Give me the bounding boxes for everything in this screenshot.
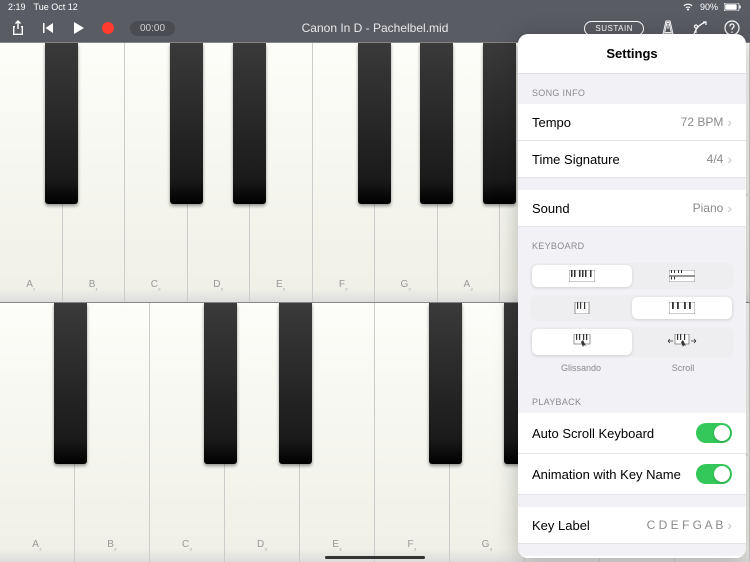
white-key[interactable]: F₃: [375, 303, 450, 562]
segment-wide[interactable]: [632, 297, 732, 319]
section-keyboard: KEYBOARD: [518, 227, 746, 257]
segment-single-row[interactable]: [532, 265, 632, 287]
chevron-right-icon: ›: [727, 517, 732, 533]
row-time-signature[interactable]: Time Signature 4/4›: [518, 141, 746, 178]
wifi-icon: [682, 3, 694, 11]
toggle-animation[interactable]: [696, 464, 732, 484]
white-key[interactable]: F₂: [313, 43, 376, 302]
mode-labels: GlissandoScroll: [530, 363, 734, 373]
segment-narrow[interactable]: [532, 297, 632, 319]
white-key[interactable]: A₂: [0, 303, 75, 562]
white-key[interactable]: E₃: [300, 303, 375, 562]
battery-level: 90%: [700, 2, 718, 12]
song-title: Canon In D - Pachelbel.mid: [302, 21, 449, 35]
time-display: 00:00: [130, 21, 175, 36]
row-metronome[interactable]: Metronome and Count-in ›: [518, 556, 746, 558]
keyboard-width-selector[interactable]: [530, 295, 734, 321]
row-tempo[interactable]: Tempo 72 BPM›: [518, 104, 746, 141]
skip-back-icon[interactable]: [40, 20, 56, 36]
status-date: Tue Oct 12: [34, 2, 78, 12]
toggle-auto-scroll[interactable]: [696, 423, 732, 443]
row-sound[interactable]: Sound Piano›: [518, 190, 746, 227]
record-button[interactable]: [100, 20, 116, 36]
segment-double-row[interactable]: [632, 265, 732, 287]
white-key[interactable]: A₁: [0, 43, 63, 302]
chevron-right-icon: ›: [727, 114, 732, 130]
section-playback: PLAYBACK: [518, 383, 746, 413]
status-time: 2:19: [8, 2, 26, 12]
play-icon[interactable]: [70, 20, 86, 36]
row-auto-scroll: Auto Scroll Keyboard: [518, 413, 746, 454]
white-key[interactable]: D₂: [188, 43, 251, 302]
battery-icon: [724, 3, 742, 11]
section-song-info: SONG INFO: [518, 74, 746, 104]
share-icon[interactable]: [10, 20, 26, 36]
keyboard-mode-selector[interactable]: [530, 327, 734, 357]
white-key[interactable]: G₃: [450, 303, 525, 562]
segment-glissando[interactable]: [532, 329, 632, 355]
white-key[interactable]: B₁: [63, 43, 126, 302]
white-key[interactable]: C₃: [150, 303, 225, 562]
keyboard-rows-selector[interactable]: [530, 263, 734, 289]
status-bar: 2:19 Tue Oct 12 90%: [0, 0, 750, 14]
white-key[interactable]: E₂: [250, 43, 313, 302]
chevron-right-icon: ›: [727, 200, 732, 216]
white-key[interactable]: B₂: [75, 303, 150, 562]
white-key[interactable]: G₂: [375, 43, 438, 302]
settings-title: Settings: [518, 34, 746, 74]
white-key[interactable]: A₂: [438, 43, 501, 302]
segment-scroll[interactable]: [632, 329, 732, 355]
row-key-label[interactable]: Key Label C D E F G A B›: [518, 507, 746, 544]
white-key[interactable]: C₂: [125, 43, 188, 302]
row-animation: Animation with Key Name: [518, 454, 746, 495]
settings-panel: Settings SONG INFO Tempo 72 BPM› Time Si…: [518, 34, 746, 558]
home-indicator: [325, 556, 425, 559]
white-key[interactable]: D₃: [225, 303, 300, 562]
chevron-right-icon: ›: [727, 151, 732, 167]
